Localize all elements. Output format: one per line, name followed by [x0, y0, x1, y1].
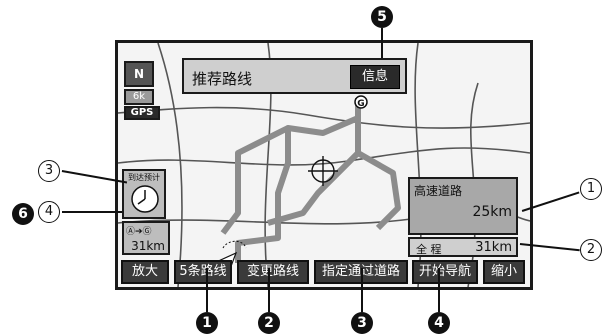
zoom-in-button[interactable]: 放大: [121, 260, 169, 284]
highway-distance: 25km: [472, 204, 512, 220]
info-button[interactable]: 信息: [350, 65, 400, 89]
circled-callout-2: 2: [580, 239, 602, 261]
callout-3: 3: [351, 312, 373, 334]
navigation-screen: G N 6k GPS 推荐路线 信息 到达预计 Ⓐ➔Ⓖ 31km 高速道路 25…: [115, 40, 533, 290]
highway-label: 高速道路: [414, 184, 463, 198]
remaining-distance-value: 31km: [131, 239, 165, 253]
route-title: 推荐路线: [192, 70, 253, 88]
total-distance: 31km: [475, 240, 512, 255]
gps-indicator: GPS: [124, 106, 160, 120]
route-title-bar: 推荐路线 信息: [182, 58, 407, 94]
callout-5: 5: [371, 6, 393, 28]
start-to-goal-icon: Ⓐ➔Ⓖ: [126, 227, 152, 237]
change-route-button[interactable]: 变更路线: [237, 260, 309, 284]
circled-callout-3: 3: [38, 160, 60, 182]
leader-line-b3: [361, 268, 363, 312]
start-navigation-button[interactable]: 开始导航: [412, 260, 478, 284]
leader-line-left4: [62, 211, 122, 213]
compass-north-icon[interactable]: N: [124, 61, 154, 87]
callout-4: 4: [428, 312, 450, 334]
leader-line-5: [381, 28, 383, 58]
svg-text:G: G: [357, 99, 364, 109]
callout-2: 2: [258, 312, 280, 334]
eta-clock-panel: 到达预计: [122, 169, 166, 219]
scale-indicator: 6k: [124, 89, 154, 105]
circled-callout-1: 1: [580, 178, 602, 200]
five-routes-button[interactable]: 5条路线: [174, 260, 232, 284]
leader-line-b2: [268, 268, 270, 312]
clock-icon: [131, 185, 159, 213]
leader-line-b4: [438, 268, 440, 312]
circled-callout-4: 4: [38, 201, 60, 223]
zoom-out-button[interactable]: 缩小: [483, 260, 525, 284]
callout-1: 1: [196, 312, 218, 334]
total-label: 全 程: [416, 243, 442, 256]
leader-line-b1: [206, 268, 208, 312]
highway-panel: 高速道路 25km: [408, 177, 518, 235]
eta-label: 到达预计: [128, 173, 160, 182]
remaining-distance-panel: Ⓐ➔Ⓖ 31km: [122, 221, 170, 255]
destination-marker-icon: G: [354, 95, 368, 109]
callout-6: 6: [12, 203, 34, 225]
total-distance-panel: 全 程 31km: [408, 237, 518, 257]
